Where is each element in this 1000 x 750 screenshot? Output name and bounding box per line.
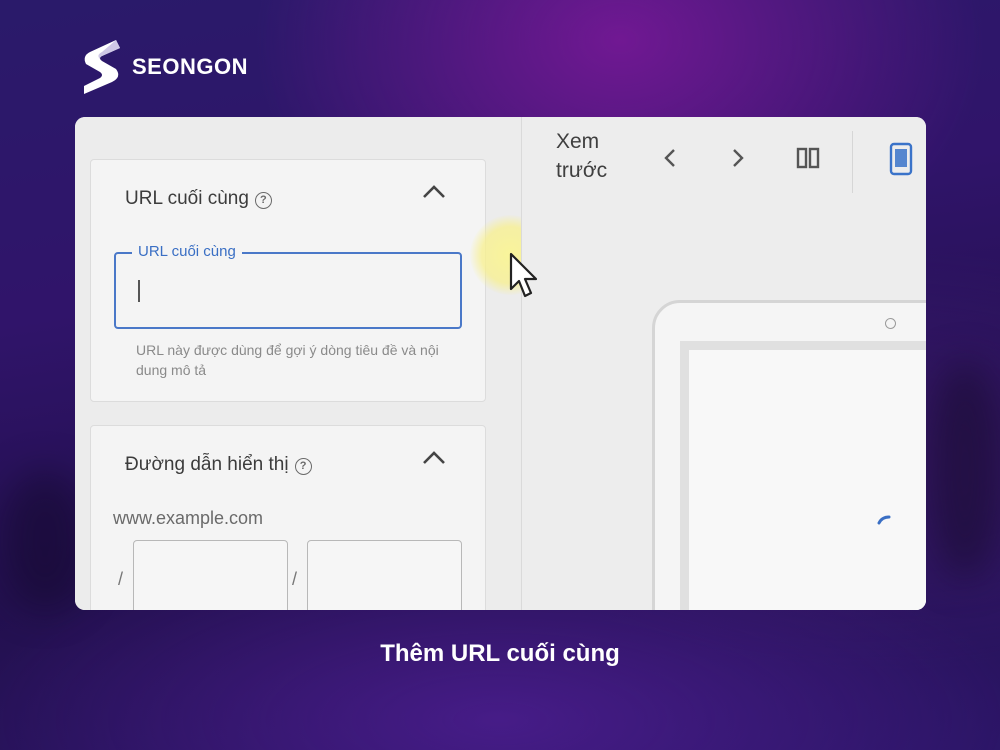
final-url-field-label: URL cuối cùng [132, 243, 242, 260]
mobile-phone-icon[interactable] [889, 142, 913, 176]
preview-pane: Xem trước [522, 117, 926, 610]
ad-settings-pane: URL cuối cùng? URL cuối cùng URL này đượ… [75, 117, 550, 610]
text-caret [138, 280, 140, 302]
toolbar-divider [852, 131, 853, 193]
help-circle-icon[interactable]: ? [254, 192, 272, 209]
final-url-title: URL cuối cùng [125, 188, 249, 209]
preview-label: Xem trước [556, 130, 608, 182]
brand-name: SEONGON [132, 54, 248, 79]
mouse-pointer-icon [509, 252, 538, 298]
split-view-icon[interactable] [796, 147, 820, 169]
path-1-input[interactable] [133, 540, 288, 610]
display-domain: www.example.com [113, 508, 264, 528]
path-separator: / [292, 569, 298, 589]
help-circle-icon[interactable]: ? [294, 458, 312, 475]
background-blur [925, 360, 1000, 580]
section-title: URL cuối cùng? [125, 188, 272, 210]
final-url-helper-text: URL này được dùng để gợi ý dòng tiêu đề … [136, 342, 439, 378]
path-separator: / [118, 569, 124, 589]
seongon-logo-icon [84, 40, 120, 94]
ad-preview-screen [680, 341, 926, 610]
mobile-device-frame [652, 300, 926, 610]
final-url-section: URL cuối cùng? URL cuối cùng URL này đượ… [90, 159, 486, 402]
slide-caption: Thêm URL cuối cùng [380, 640, 620, 667]
display-path-title: Đường dẫn hiển thị [125, 454, 289, 475]
brand-logo: SEONGON [80, 38, 248, 96]
section-title: Đường dẫn hiển thị? [125, 454, 312, 476]
path-2-input[interactable] [307, 540, 462, 610]
screenshot-card: URL cuối cùng? URL cuối cùng URL này đượ… [75, 117, 926, 610]
chevron-up-icon[interactable] [421, 448, 447, 466]
chevron-up-icon[interactable] [421, 182, 447, 200]
chevron-right-icon[interactable] [730, 147, 746, 169]
final-url-input[interactable]: URL cuối cùng [114, 243, 462, 329]
device-camera [885, 318, 896, 329]
loading-spinner-icon [877, 515, 891, 525]
chevron-left-icon[interactable] [662, 147, 678, 169]
